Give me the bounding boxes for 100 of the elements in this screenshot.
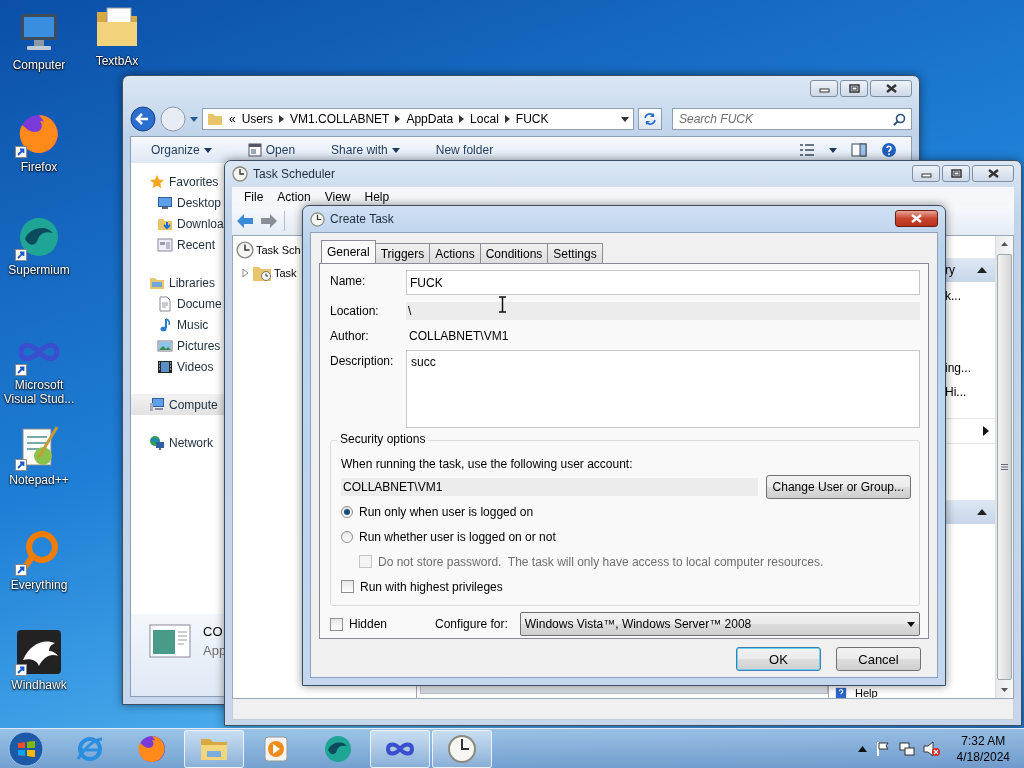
preview-pane-icon[interactable] xyxy=(851,143,867,157)
toolbar-button[interactable]: Open xyxy=(241,141,302,159)
tree-item[interactable]: Task Sch xyxy=(256,244,301,256)
close-button[interactable] xyxy=(972,165,1014,182)
menu-item[interactable]: Action xyxy=(277,190,311,204)
close-button[interactable] xyxy=(895,210,938,227)
folder-clock-icon xyxy=(252,264,272,282)
icon-label[interactable]: Everything xyxy=(10,578,68,592)
clock-date[interactable]: 4/18/2024 xyxy=(956,748,1010,765)
tab[interactable]: Actions xyxy=(429,243,481,263)
tree-item[interactable]: Task xyxy=(274,267,297,279)
icon-label[interactable]: Notepad++ xyxy=(9,473,69,487)
window-icon xyxy=(247,143,262,157)
document-icon xyxy=(157,295,173,312)
breadcrumb-item[interactable]: AppData xyxy=(406,112,454,126)
icon-label[interactable]: Firefox xyxy=(20,160,58,174)
clock-time[interactable]: 7:32 AM xyxy=(961,732,1006,749)
option-label[interactable]: Hidden xyxy=(349,617,388,631)
change-user-button[interactable]: Change User or Group... xyxy=(765,475,911,499)
scroll-up-icon[interactable] xyxy=(1001,242,1008,246)
folder-icon xyxy=(207,111,223,127)
dropdown[interactable]: Windows Vista™, Windows Server™ 2008 xyxy=(519,612,920,636)
name-field[interactable]: FUCK xyxy=(406,270,920,295)
view-options-icon[interactable] xyxy=(799,143,815,157)
scrollbar[interactable] xyxy=(995,236,1013,698)
tab[interactable]: Triggers xyxy=(374,243,431,263)
icon-label[interactable]: Computer xyxy=(12,58,66,72)
nav-item[interactable]: Music xyxy=(131,314,225,335)
location-field: \ xyxy=(406,302,920,320)
scroll-down-icon[interactable] xyxy=(1001,688,1008,692)
minimize-button[interactable] xyxy=(912,165,940,182)
file-thumbnail-icon xyxy=(149,624,191,658)
nav-item[interactable]: Recent xyxy=(131,234,225,255)
star-icon xyxy=(149,173,165,190)
chevron-icon xyxy=(504,115,510,123)
description-field[interactable]: succ xyxy=(406,350,920,428)
breadcrumb-item[interactable]: FUCK xyxy=(515,112,549,126)
refresh-button[interactable] xyxy=(638,108,662,130)
toolbar-button[interactable]: New folder xyxy=(429,141,500,159)
grip-icon[interactable] xyxy=(1001,464,1008,470)
breadcrumb-overflow[interactable]: « xyxy=(229,112,236,126)
icon-label[interactable]: Microsoft Visual Stud... xyxy=(0,378,78,406)
dialog-button[interactable]: OK xyxy=(736,647,821,671)
collapse-arrow-icon[interactable] xyxy=(977,509,987,515)
breadcrumb-item[interactable]: VM1.COLLABNET xyxy=(290,112,390,126)
dialog-button[interactable]: Cancel xyxy=(836,647,921,671)
window-icon xyxy=(157,236,173,253)
back-arrow-icon[interactable] xyxy=(236,213,254,229)
menu-item[interactable]: Help xyxy=(364,190,390,204)
file-name: CO xyxy=(203,624,224,639)
search-icon[interactable] xyxy=(893,113,906,126)
back-button[interactable] xyxy=(130,106,156,132)
menu-item[interactable]: View xyxy=(324,190,351,204)
clock-icon[interactable] xyxy=(446,732,478,765)
maximize-icon[interactable] xyxy=(949,169,963,178)
nav-item[interactable]: Pictures xyxy=(131,335,225,356)
chevron-up-icon[interactable] xyxy=(857,745,867,752)
menu-item[interactable]: File xyxy=(244,190,264,204)
tab[interactable]: Settings xyxy=(547,243,603,263)
nav-item[interactable]: Docume xyxy=(131,293,225,314)
field-label: Location: xyxy=(330,303,380,318)
breadcrumb-item[interactable]: Users xyxy=(241,112,274,126)
checkbox[interactable] xyxy=(330,617,343,631)
icon-label[interactable]: Supermium xyxy=(8,263,70,277)
tab[interactable]: General xyxy=(321,240,376,263)
refresh-icon[interactable] xyxy=(643,112,657,126)
option-label[interactable]: Run whether user is logged on or not xyxy=(359,529,556,544)
submenu-arrow-icon[interactable] xyxy=(983,426,989,436)
close-button[interactable] xyxy=(870,80,912,97)
group-title: Security options xyxy=(337,432,429,446)
nav-item[interactable]: Favorites xyxy=(131,171,225,192)
chevron-icon xyxy=(279,115,285,123)
icon-label[interactable]: TextbAx xyxy=(95,54,139,68)
nav-item[interactable]: Compute xyxy=(131,394,225,415)
network-icon[interactable] xyxy=(898,740,915,757)
search-field[interactable]: Search FUCK xyxy=(672,108,912,130)
toolbar-button[interactable]: Share with xyxy=(325,141,406,159)
option-label[interactable]: Run only when user is logged on xyxy=(359,504,534,519)
address-bar[interactable]: « Users VM1.COLLABNET AppData Local FUCK xyxy=(202,108,634,130)
taskbar-button[interactable] xyxy=(370,729,430,768)
minimize-button[interactable] xyxy=(810,80,838,97)
checkbox[interactable] xyxy=(341,580,354,593)
close-icon[interactable] xyxy=(986,169,1000,178)
maximize-button[interactable] xyxy=(840,80,868,97)
tab[interactable]: Conditions xyxy=(479,243,549,263)
collapse-arrow-icon[interactable] xyxy=(977,267,987,273)
bird-icon xyxy=(15,628,63,676)
toolbar-button[interactable]: Organize xyxy=(145,141,218,159)
help-icon[interactable] xyxy=(881,142,897,158)
flag-icon[interactable] xyxy=(874,740,891,757)
breadcrumb-item[interactable]: Local xyxy=(470,112,499,126)
option-label[interactable]: Run with highest privileges xyxy=(360,579,503,594)
radio-button[interactable] xyxy=(341,505,353,518)
expander-icon[interactable] xyxy=(242,269,250,277)
maximize-icon[interactable] xyxy=(847,84,861,93)
speaker-muted-icon[interactable] xyxy=(922,740,941,757)
radio-button[interactable] xyxy=(341,530,353,543)
close-icon[interactable] xyxy=(884,84,898,93)
forward-arrow-icon[interactable] xyxy=(260,213,278,229)
maximize-button[interactable] xyxy=(942,165,970,182)
